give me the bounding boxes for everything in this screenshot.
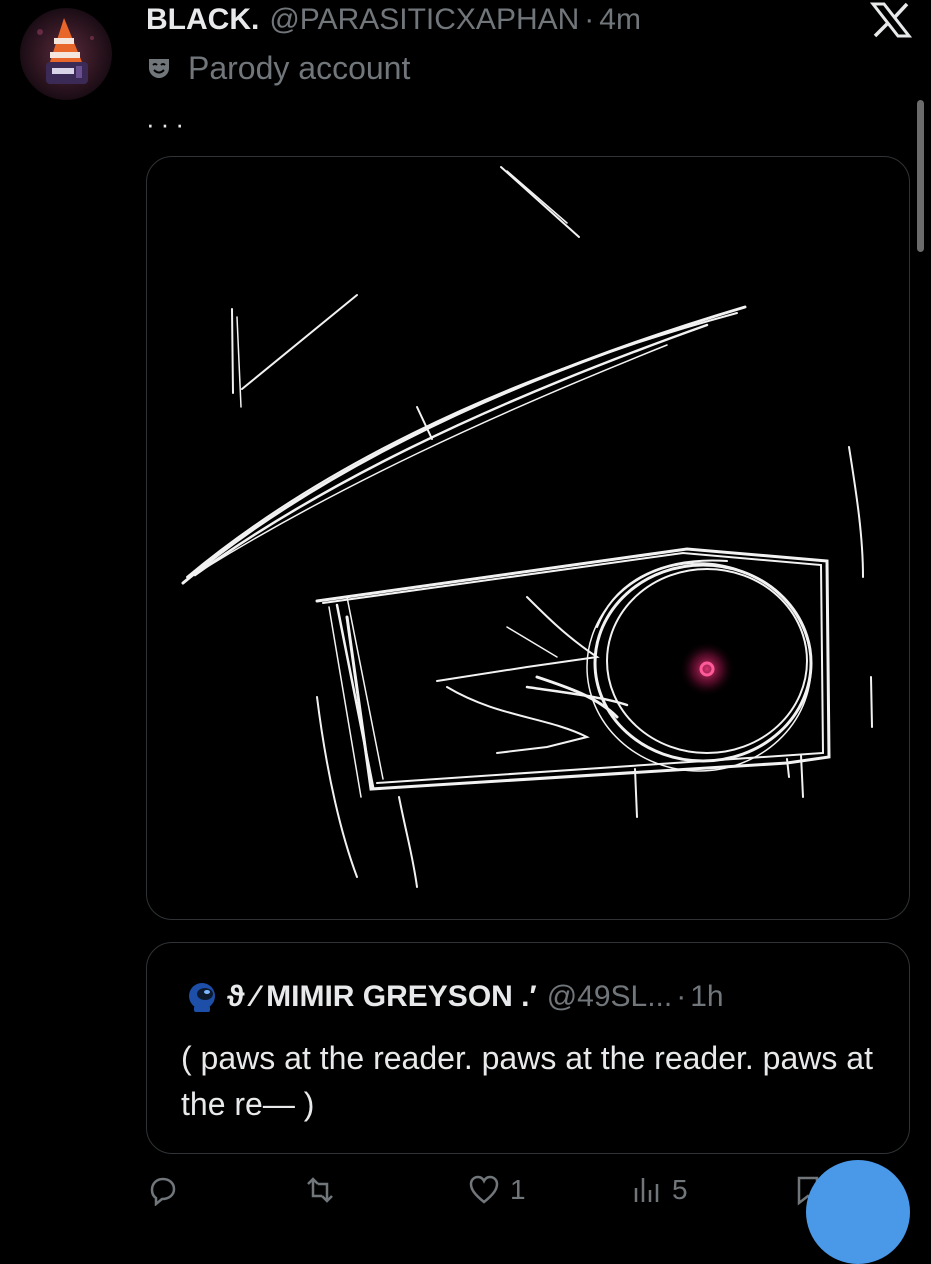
quoted-separator: · [676,980,687,1013]
quoted-post-text: ( paws at the reader. paws at the reader… [181,1040,873,1122]
theater-mask-icon [146,55,172,81]
eye-sketch-image [181,166,873,888]
more-options-button[interactable]: ··· [146,111,190,137]
quoted-post-card[interactable]: ϑ ⁄ MIMIR GREYSON .′ @49SL... · 1h ( paw… [146,942,910,1154]
views-count: 5 [672,1174,688,1205]
heart-icon [469,1175,499,1204]
views-icon [634,1178,659,1202]
scrollbar-thumb[interactable] [917,100,924,252]
author-display-name[interactable]: BLACK. [146,2,259,38]
author-handle[interactable]: @PARASITICXAPHAN [269,2,579,38]
repost-icon [307,1177,333,1203]
parody-label: Parody account [146,48,410,88]
views-button[interactable]: 5 [630,1174,688,1206]
quoted-post-header: ϑ ⁄ MIMIR GREYSON .′ @49SL... · 1h [185,977,724,1017]
astronaut-icon [185,980,219,1014]
reply-button[interactable] [146,1174,188,1206]
post-action-bar: 1 5 [0,1162,931,1206]
post-media-image[interactable] [146,156,910,920]
repost-button[interactable] [304,1174,346,1206]
post-header: BLACK. @PARASITICXAPHAN · 4m [146,2,641,38]
quoted-author-handle[interactable]: @49SL... [547,980,673,1014]
quoted-timestamp[interactable]: 1h [690,980,723,1014]
post-timestamp[interactable]: 4m [599,2,641,38]
avatar-image [20,8,112,100]
compose-button[interactable] [806,1160,910,1264]
quoted-author-name[interactable]: ϑ ⁄ MIMIR GREYSON .′ [227,980,537,1014]
like-count: 1 [510,1174,526,1205]
parody-label-text: Parody account [188,49,411,86]
header-separator: · [584,3,595,36]
like-button[interactable]: 1 [468,1174,526,1206]
reply-icon [150,1177,176,1206]
author-avatar[interactable] [20,8,112,100]
x-close-icon[interactable] [870,2,912,38]
